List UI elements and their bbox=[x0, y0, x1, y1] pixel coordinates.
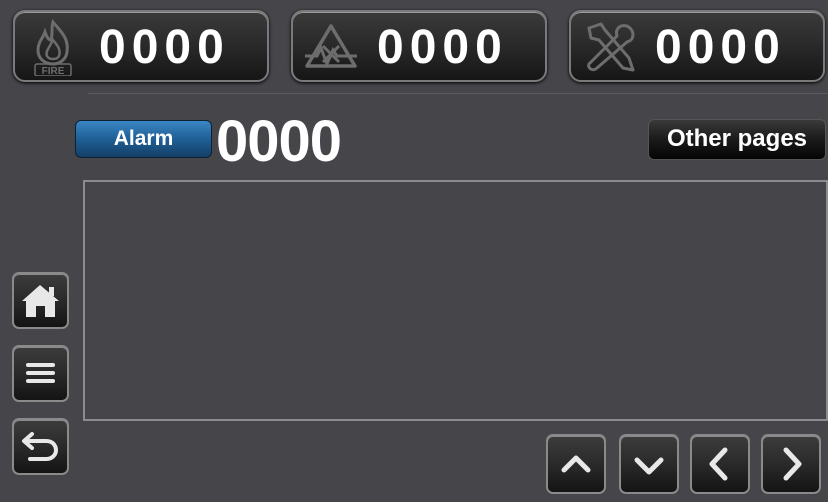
previous-page-button[interactable] bbox=[690, 434, 750, 494]
fire-counter[interactable]: FIRE 0000 bbox=[13, 10, 269, 82]
home-icon bbox=[22, 285, 59, 317]
back-button[interactable] bbox=[12, 418, 69, 475]
fault-icon bbox=[305, 24, 357, 69]
alarm-button[interactable]: Alarm bbox=[75, 120, 212, 158]
other-pages-button[interactable]: Other pages bbox=[648, 119, 826, 160]
chevron-left-icon bbox=[709, 447, 728, 481]
wrench-screwdriver-icon bbox=[587, 22, 635, 72]
chevron-right-icon bbox=[783, 447, 802, 481]
fire-icon-label: FIRE bbox=[42, 66, 65, 76]
menu-icon bbox=[26, 363, 55, 383]
menu-button[interactable] bbox=[12, 345, 69, 402]
fault-count: 0000 bbox=[377, 21, 508, 74]
chevron-down-icon bbox=[634, 457, 664, 475]
alarm-list-panel bbox=[83, 180, 828, 421]
fire-icon: FIRE bbox=[34, 18, 72, 76]
back-icon bbox=[22, 432, 59, 461]
chevron-up-icon bbox=[561, 455, 591, 473]
fault-counter[interactable]: 0000 bbox=[291, 10, 547, 82]
next-page-button[interactable] bbox=[761, 434, 821, 494]
divider bbox=[88, 93, 828, 94]
scroll-down-button[interactable] bbox=[619, 434, 679, 494]
maintenance-count: 0000 bbox=[655, 21, 786, 74]
scroll-up-button[interactable] bbox=[546, 434, 606, 494]
alarm-count: 0000 bbox=[216, 109, 342, 174]
maintenance-counter[interactable]: 0000 bbox=[569, 10, 825, 82]
fire-count: 0000 bbox=[99, 21, 230, 74]
home-button[interactable] bbox=[12, 272, 69, 329]
